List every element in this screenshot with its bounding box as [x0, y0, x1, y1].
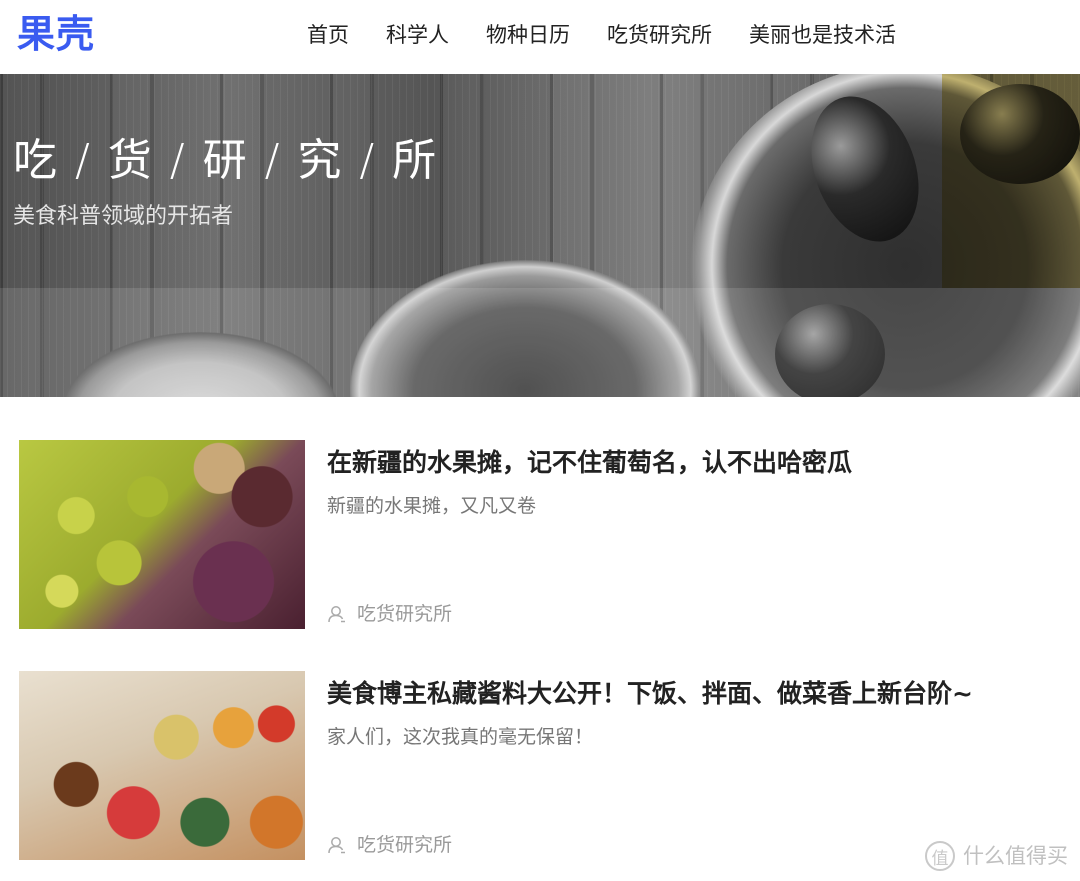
site-header: 果壳 首页 科学人 物种日历 吃货研究所 美丽也是技术活	[0, 0, 1080, 74]
yellow-overlay	[942, 74, 1080, 288]
banner-band	[0, 288, 1080, 397]
article-description: 新疆的水果摊，又凡又卷	[327, 495, 537, 517]
article-meta: 吃货研究所	[327, 832, 452, 858]
article-meta: 吃货研究所	[327, 601, 452, 627]
article-thumbnail[interactable]	[19, 671, 305, 860]
nav-item-foodie-institute[interactable]: 吃货研究所	[607, 20, 712, 50]
article-thumbnail[interactable]	[19, 440, 305, 629]
article-card[interactable]: 在新疆的水果摊，记不住葡萄名，认不出哈密瓜 新疆的水果摊，又凡又卷 吃货研究所	[0, 440, 1080, 630]
user-icon	[327, 604, 347, 624]
banner-subtitle: 美食科普领域的开拓者	[13, 204, 234, 229]
nav-item-beauty-tech[interactable]: 美丽也是技术活	[749, 20, 896, 50]
nav-item-scientist[interactable]: 科学人	[386, 20, 449, 50]
hero-banner: 吃 / 货 / 研 / 究 / 所 美食科普领域的开拓者	[0, 74, 1080, 397]
site-logo[interactable]: 果壳	[17, 11, 95, 57]
article-title[interactable]: 美食博主私藏酱料大公开！下饭、拌面、做菜香上新台阶~	[327, 677, 973, 711]
banner-title: 吃 / 货 / 研 / 究 / 所	[13, 135, 439, 186]
watermark-text: 什么值得买	[963, 844, 1068, 868]
user-icon	[327, 835, 347, 855]
article-title[interactable]: 在新疆的水果摊，记不住葡萄名，认不出哈密瓜	[327, 446, 852, 480]
main-nav: 首页 科学人 物种日历 吃货研究所 美丽也是技术活	[307, 20, 933, 50]
article-card[interactable]: 美食博主私藏酱料大公开！下饭、拌面、做菜香上新台阶~ 家人们，这次我真的毫无保留…	[0, 671, 1080, 861]
nav-item-species-calendar[interactable]: 物种日历	[486, 20, 570, 50]
nav-item-home[interactable]: 首页	[307, 20, 349, 50]
article-author[interactable]: 吃货研究所	[357, 601, 452, 627]
article-description: 家人们，这次我真的毫无保留！	[327, 726, 594, 748]
article-author[interactable]: 吃货研究所	[357, 832, 452, 858]
watermark: 值 什么值得买	[925, 841, 1068, 871]
watermark-logo-icon: 值	[925, 841, 955, 871]
